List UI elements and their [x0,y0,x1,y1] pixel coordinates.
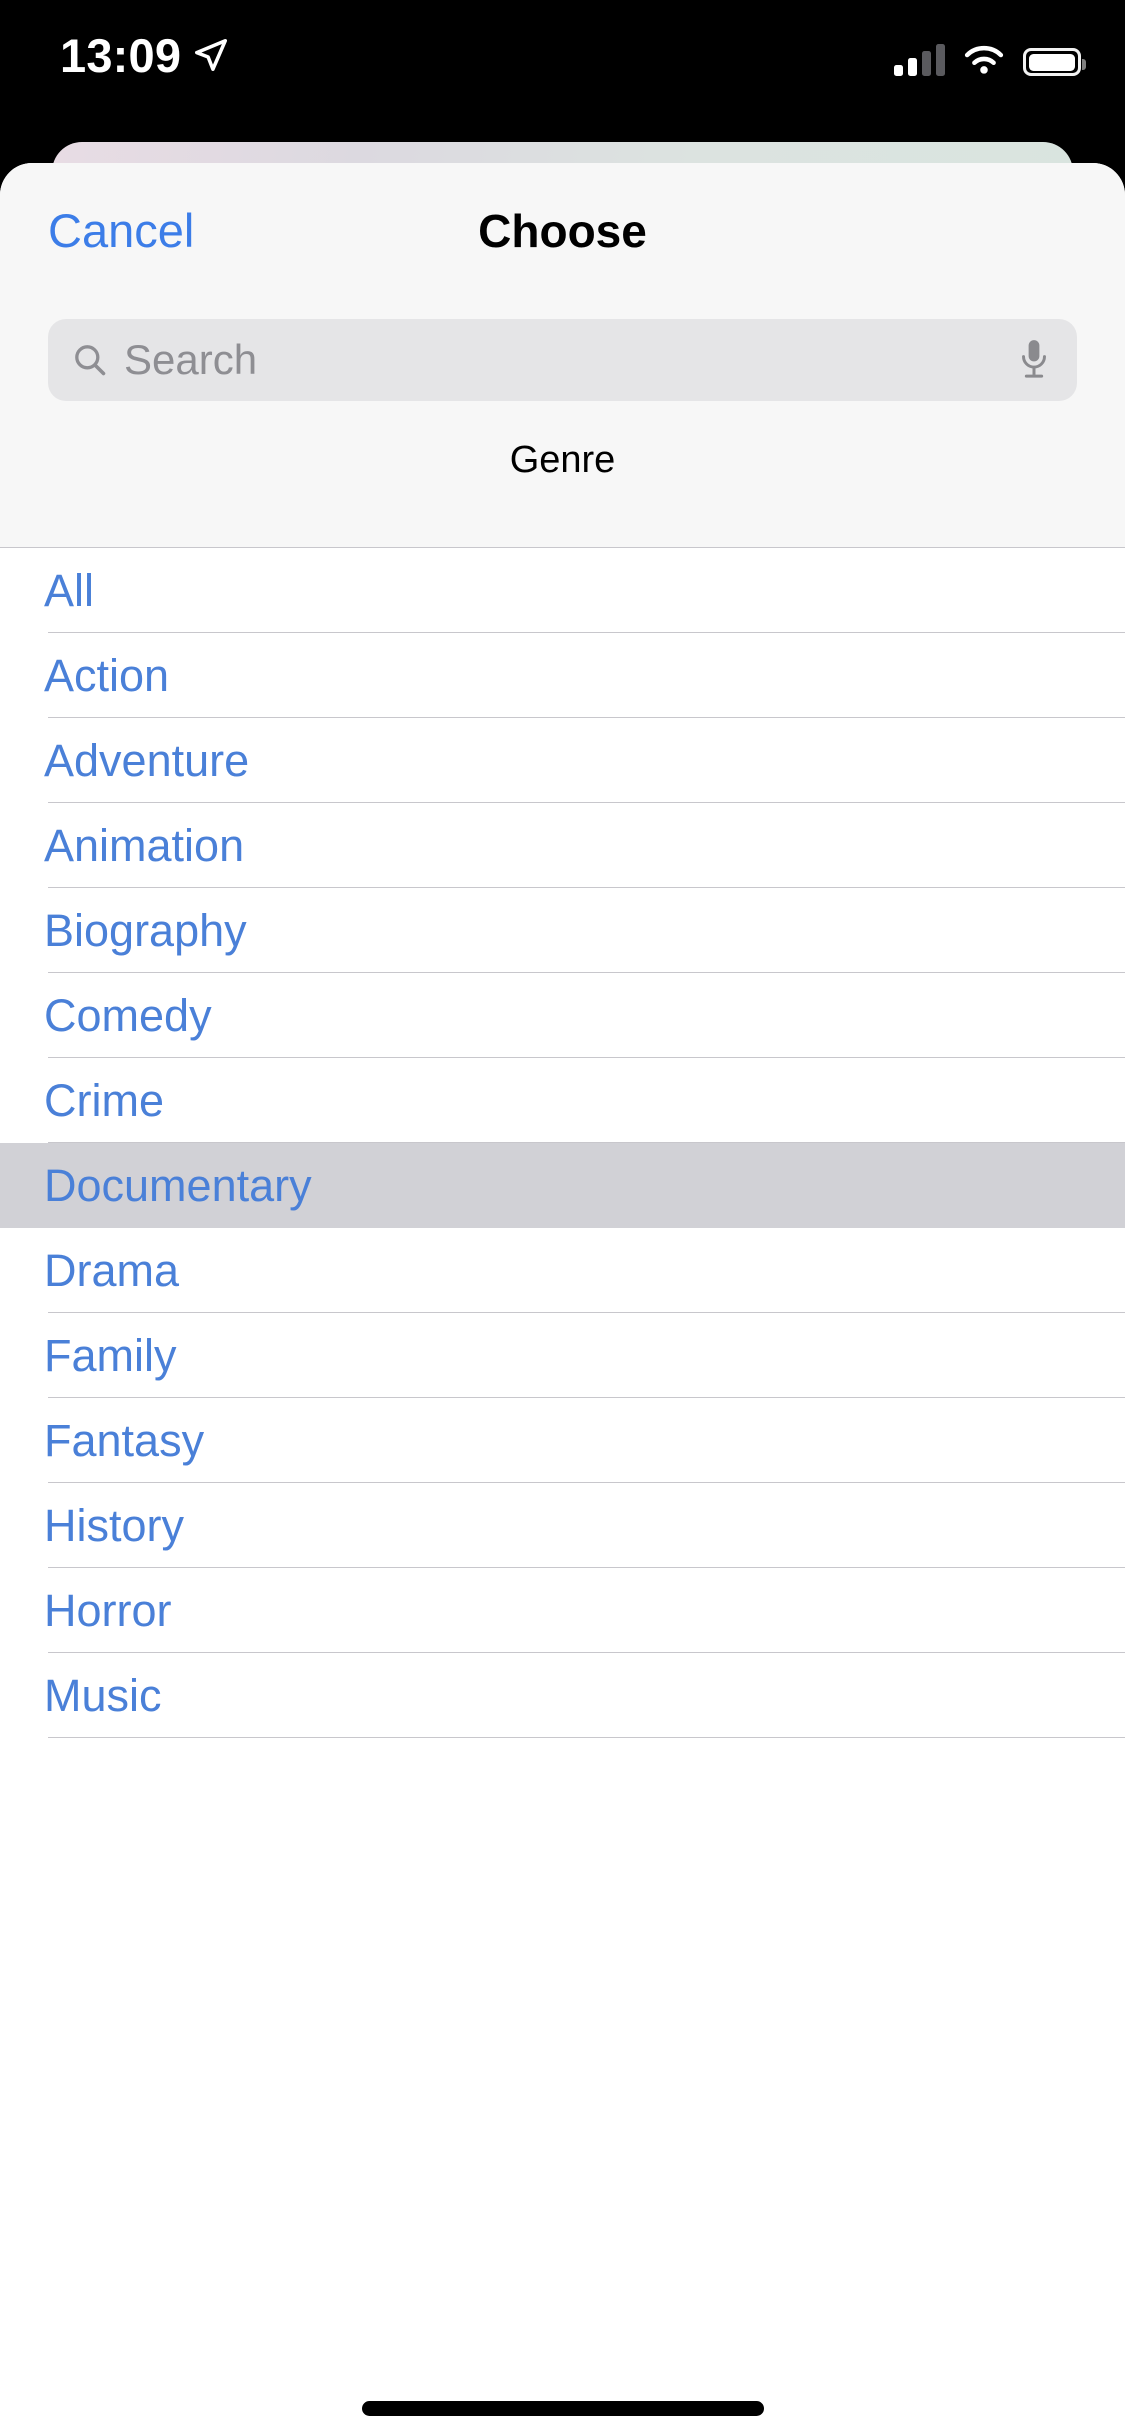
list-item[interactable]: Comedy [0,973,1125,1058]
list-item[interactable]: History [0,1483,1125,1568]
list-item-label: Adventure [44,734,250,786]
list-item-label: Animation [44,819,245,871]
search-bar[interactable] [48,319,1077,401]
home-indicator [361,2401,764,2416]
list-item-label: Crime [44,1074,164,1126]
list-item-label: Documentary [44,1159,312,1211]
list-item-label: Biography [44,904,247,956]
list-item-label: Music [44,1669,162,1721]
choose-modal-sheet: Cancel Choose Genre AllActionAdventur [0,163,1125,2436]
list-item[interactable]: Music [0,1653,1125,1738]
phone-screen: 13:09 Cancel Choose Search Genre All Act… [0,0,1125,2436]
status-bar-time: 13:09 [60,29,182,82]
list-item[interactable]: Fantasy [0,1398,1125,1483]
search-icon [75,345,106,376]
list-item[interactable]: All [0,548,1125,633]
list-item[interactable]: Animation [0,803,1125,888]
status-bar: 13:09 [0,0,1125,132]
list-item[interactable]: Action [0,633,1125,718]
list-item-label: Action [44,649,170,701]
list-item-label: Comedy [44,989,212,1041]
list-item-label: Horror [44,1584,172,1636]
genre-list[interactable]: All Action Adventure Animation Biography Come… [0,548,1125,2436]
list-item[interactable]: Crime [0,1058,1125,1143]
battery-fill [1028,53,1075,71]
list-item-label: Fantasy [44,1414,205,1466]
status-bar-indicators [894,34,1086,76]
microphone-icon[interactable] [1017,337,1051,383]
list-item-label: All [44,564,95,616]
list-item[interactable]: Biography [0,888,1125,973]
page-title: Choose [478,205,647,257]
cellular-signal-icon [894,44,945,76]
battery-icon [1023,48,1086,76]
list-item-label: History [44,1499,185,1551]
list-item-label: Drama [44,1244,180,1296]
list-item[interactable]: Documentary [0,1143,1125,1228]
section-header-genre: Genre [509,439,616,481]
navigation-bar: Cancel Choose [0,163,1125,283]
search-input[interactable] [124,335,1017,385]
location-arrow-icon [195,39,227,71]
list-item[interactable]: Drama [0,1228,1125,1313]
wifi-icon [964,45,1004,74]
list-item[interactable]: Horror [0,1568,1125,1653]
sheet-header: Cancel Choose Genre [0,163,1125,548]
list-item-label: Family [44,1329,177,1381]
list-item[interactable]: Family [0,1313,1125,1398]
list-item[interactable]: Adventure [0,718,1125,803]
